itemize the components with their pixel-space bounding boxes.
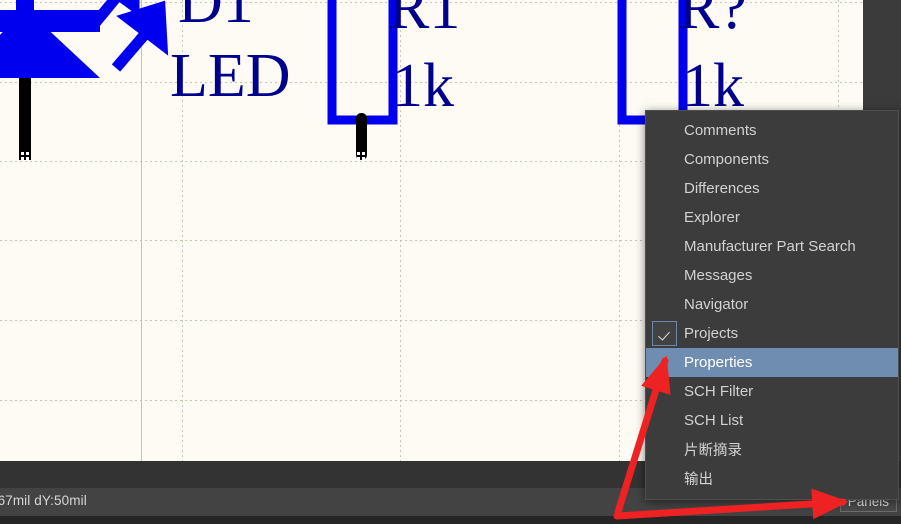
menu-item-label: Manufacturer Part Search (684, 238, 856, 255)
menu-item-explorer[interactable]: Explorer (646, 203, 898, 232)
menu-item-manufacturer-part-search[interactable]: Manufacturer Part Search (646, 232, 898, 261)
menu-item-label: Properties (684, 354, 753, 371)
menu-item-sch-filter[interactable]: SCH Filter (646, 377, 898, 406)
menu-item-comments[interactable]: Comments (646, 116, 898, 145)
r-unknown-designator-label: R? (678, 0, 747, 42)
window-bottom-edge (0, 516, 901, 524)
menu-item-[interactable]: 片断摘录 (646, 435, 898, 464)
menu-item-differences[interactable]: Differences (646, 174, 898, 203)
menu-item-label: Navigator (684, 296, 749, 313)
menu-item-label: 输出 (684, 472, 713, 488)
menu-item-label: Explorer (684, 209, 740, 226)
menu-item-label: 片断摘录 (684, 443, 742, 459)
menu-item-navigator[interactable]: Navigator (646, 290, 898, 319)
d1-value-label: LED (170, 42, 291, 110)
menu-item-projects[interactable]: Projects (646, 319, 898, 348)
component-d1-led[interactable]: D1 LED (0, 0, 340, 180)
component-r1-resistor[interactable]: R1 1k (310, 0, 610, 180)
r1-value-label: 1k (392, 52, 454, 120)
cursor-coordinates-readout: 667mil dY:50mil (0, 493, 87, 508)
menu-item-label: Comments (684, 122, 757, 139)
menu-item-label: Differences (684, 180, 760, 197)
checkmark-icon (652, 321, 677, 346)
menu-item-components[interactable]: Components (646, 145, 898, 174)
menu-item-label: Projects (684, 325, 739, 342)
menu-item-label: SCH Filter (684, 383, 754, 400)
menu-item-messages[interactable]: Messages (646, 261, 898, 290)
menu-item-[interactable]: 输出 (646, 464, 898, 493)
schematic-editor-window: D1 LED R1 1k R? 1k 667m (0, 0, 901, 524)
r1-designator-label: R1 (388, 0, 460, 42)
menu-item-label: SCH List (684, 412, 744, 429)
menu-item-properties[interactable]: Properties (646, 348, 898, 377)
menu-item-label: Components (684, 151, 770, 168)
menu-item-label: Messages (684, 267, 753, 284)
panels-popup-menu[interactable]: Comments Components Differences Explorer Man… (645, 110, 899, 500)
d1-designator-label: D1 (178, 0, 254, 36)
menu-item-sch-list[interactable]: SCH List (646, 406, 898, 435)
